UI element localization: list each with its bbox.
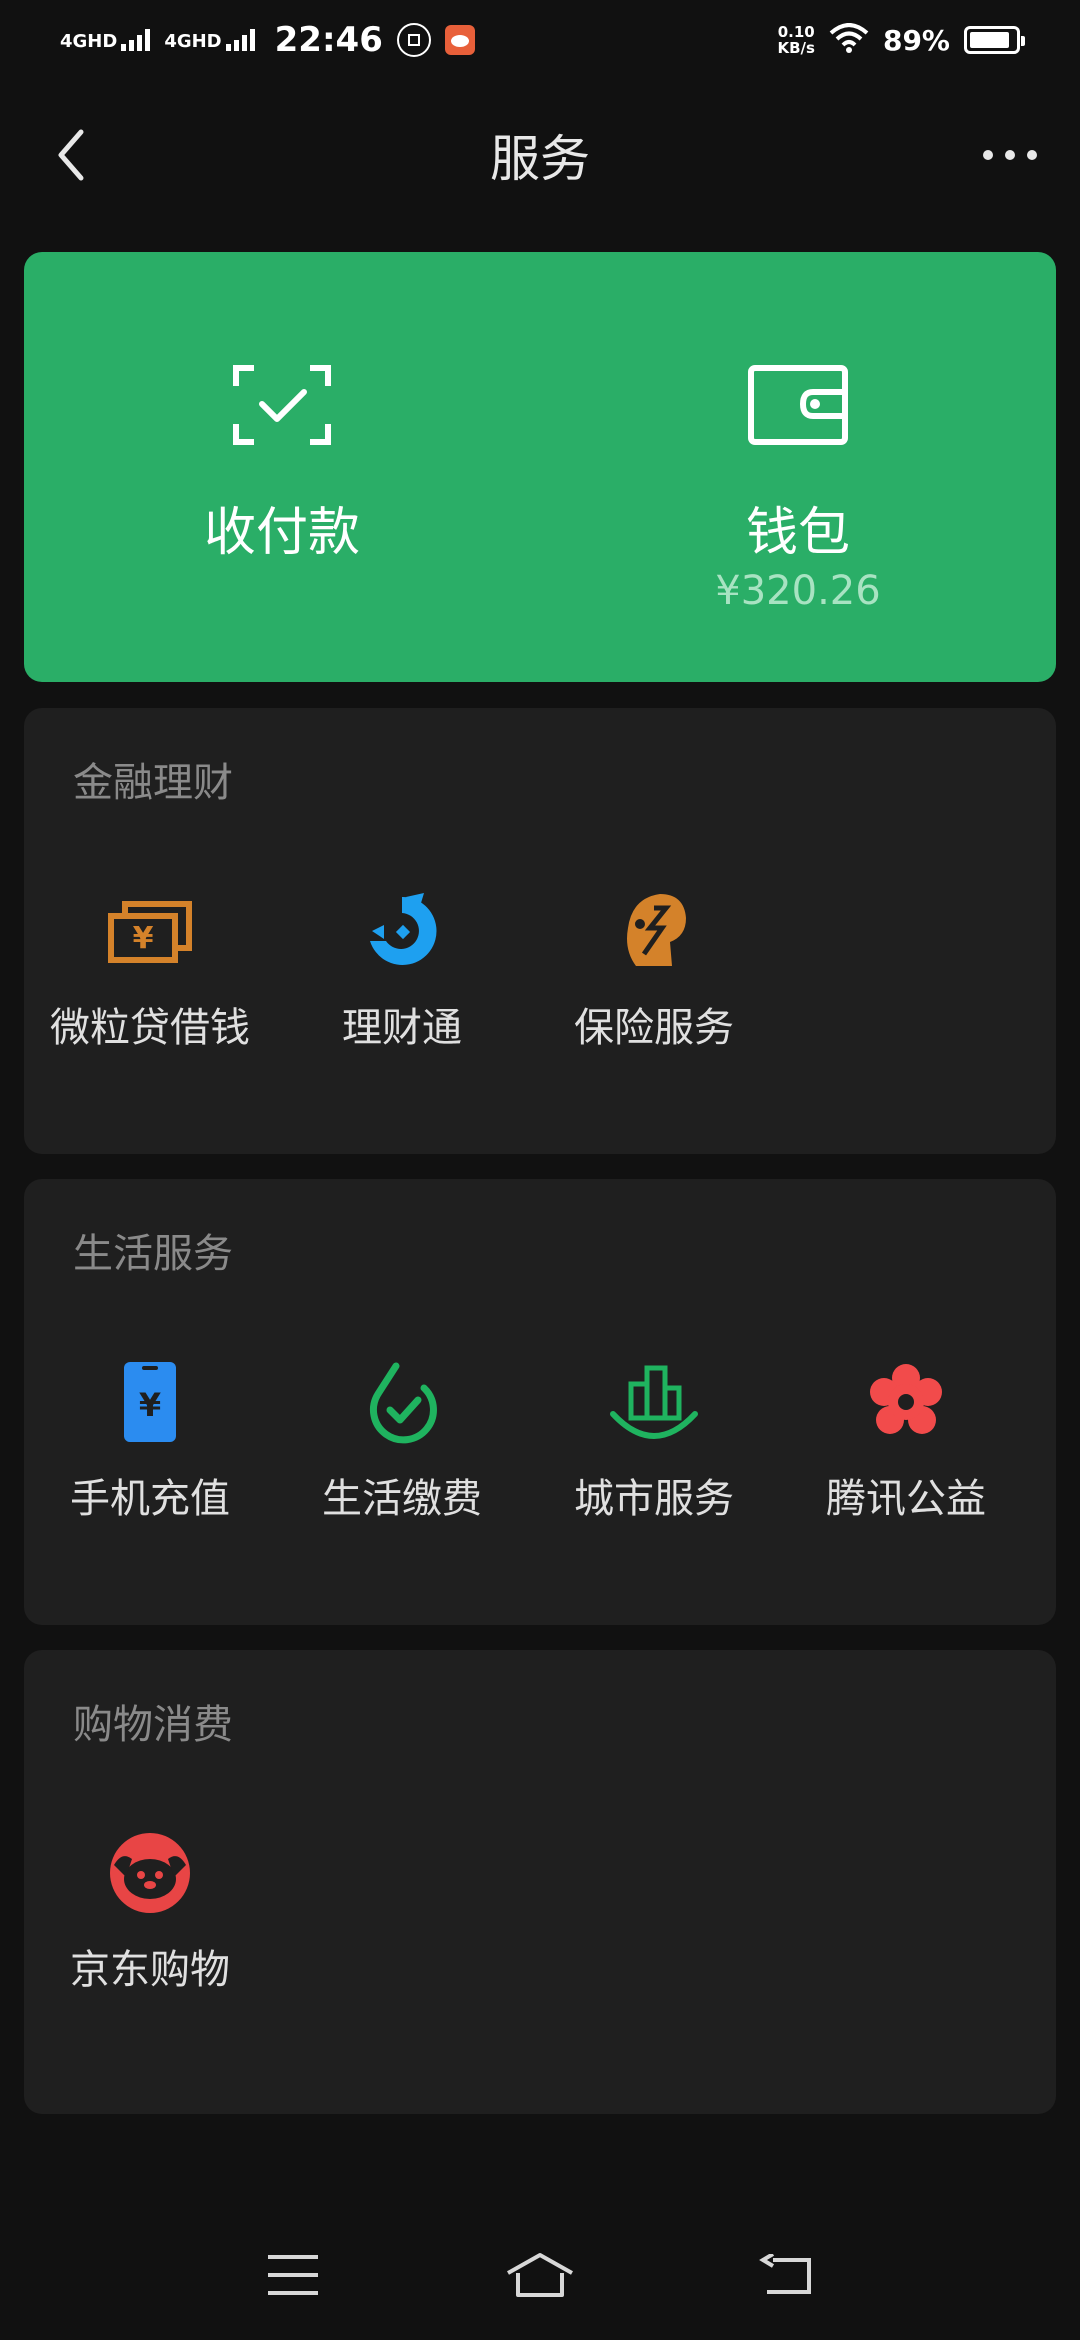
phone-topup-icon: ¥: [102, 1354, 198, 1450]
network-2-label: 4GHD: [164, 31, 222, 52]
city-services-item[interactable]: 城市服务: [528, 1354, 780, 1554]
utility-payment-item[interactable]: 生活缴费: [276, 1354, 528, 1554]
licaitong-item[interactable]: 理财通: [276, 883, 528, 1083]
network-speed-unit: KB/s: [777, 39, 815, 57]
back-nav-button[interactable]: [742, 2240, 832, 2310]
licaitong-icon: [354, 883, 450, 979]
back-button[interactable]: [40, 125, 100, 185]
pay-receive-label: 收付款: [203, 503, 360, 563]
home-button[interactable]: [495, 2240, 585, 2310]
section-title: 购物消费: [73, 1702, 233, 1748]
notification-app-icon: [444, 25, 475, 55]
tencent-charity-icon: [858, 1354, 954, 1450]
more-icon: [983, 150, 1037, 160]
shopping-section: 购物消费 京东购物: [24, 1650, 1056, 2114]
network-1: 4GHD: [60, 29, 151, 52]
svg-text:¥: ¥: [133, 921, 154, 956]
wallet-button[interactable]: 钱包 ¥320.26: [540, 252, 1056, 682]
header: 服务: [0, 100, 1080, 210]
phone-topup-item[interactable]: ¥ 手机充值: [24, 1354, 276, 1554]
network-2: 4GHD: [164, 29, 255, 52]
finance-grid: ¥ 微粒贷借钱 理财通 保险服务: [24, 883, 1056, 1083]
pay-receive-button[interactable]: 收付款: [24, 252, 540, 682]
life-services-section: 生活服务 ¥ 手机充值 生活缴费 城市服务 腾讯公益: [24, 1179, 1056, 1625]
licaitong-label: 理财通: [342, 1005, 462, 1051]
city-services-icon: [606, 1354, 702, 1450]
tencent-charity-item[interactable]: 腾讯公益: [780, 1354, 1032, 1554]
network-speed-value: 0.10: [777, 23, 815, 41]
insurance-item[interactable]: 保险服务: [528, 883, 780, 1083]
section-title: 金融理财: [73, 760, 233, 806]
chevron-left-icon: [58, 129, 84, 181]
network-speed: 0.10 KB/s: [778, 24, 815, 56]
weilidai-icon: ¥: [102, 883, 198, 979]
battery-icon: [964, 26, 1025, 54]
weilidai-item[interactable]: ¥ 微粒贷借钱: [24, 883, 276, 1083]
phone-topup-label: 手机充值: [70, 1476, 230, 1522]
clock: 22:46: [274, 20, 383, 60]
home-icon: [507, 2253, 573, 2297]
insurance-label: 保险服务: [574, 1005, 734, 1051]
section-title: 生活服务: [73, 1231, 233, 1277]
page-title: 服务: [490, 130, 590, 188]
tencent-charity-label: 腾讯公益: [826, 1476, 986, 1522]
status-left: 4GHD 4GHD 22:46: [60, 20, 475, 60]
city-services-label: 城市服务: [574, 1476, 734, 1522]
wifi-icon: [829, 23, 869, 57]
network-1-label: 4GHD: [60, 31, 118, 52]
svg-text:¥: ¥: [139, 1386, 161, 1424]
notification-app-icon: [396, 23, 431, 57]
life-grid: ¥ 手机充值 生活缴费 城市服务 腾讯公益: [24, 1354, 1056, 1554]
jd-shopping-label: 京东购物: [70, 1947, 230, 1993]
utility-payment-label: 生活缴费: [322, 1476, 482, 1522]
battery-fill: [970, 32, 1010, 48]
insurance-icon: [606, 883, 702, 979]
status-bar: 4GHD 4GHD 22:46 0.10 KB/s 89%: [0, 0, 1080, 80]
wallet-icon: [747, 364, 849, 450]
menu-button[interactable]: [248, 2240, 338, 2310]
battery-percent: 89%: [882, 23, 950, 57]
wallet-balance: ¥320.26: [715, 568, 881, 614]
jd-shopping-item[interactable]: 京东购物: [24, 1825, 276, 2025]
finance-section: 金融理财 ¥ 微粒贷借钱 理财通 保险服务: [24, 708, 1056, 1154]
signal-icon: [121, 29, 151, 51]
wallet-card: 收付款 钱包 ¥320.26: [24, 252, 1056, 682]
utility-payment-icon: [354, 1354, 450, 1450]
jd-shopping-icon: [102, 1825, 198, 1921]
system-nav-bar: [0, 2220, 1080, 2330]
return-icon: [758, 2254, 811, 2294]
shopping-grid: 京东购物: [24, 1825, 1056, 2025]
menu-icon: [268, 2255, 319, 2295]
more-button[interactable]: [970, 125, 1050, 185]
weilidai-label: 微粒贷借钱: [50, 1005, 250, 1051]
wallet-label: 钱包: [745, 503, 850, 563]
signal-icon: [225, 29, 255, 51]
scan-pay-icon: [232, 364, 332, 450]
status-right: 0.10 KB/s 89%: [778, 23, 1025, 57]
